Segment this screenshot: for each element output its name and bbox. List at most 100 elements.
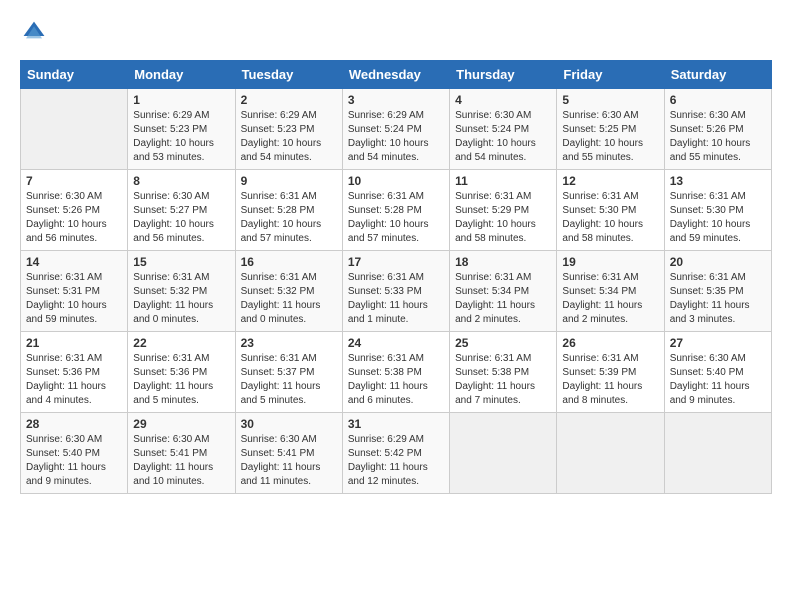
day-number: 22 bbox=[133, 336, 229, 350]
calendar-cell: 5Sunrise: 6:30 AM Sunset: 5:25 PM Daylig… bbox=[557, 89, 664, 170]
calendar-cell: 18Sunrise: 6:31 AM Sunset: 5:34 PM Dayli… bbox=[450, 251, 557, 332]
calendar-cell: 30 Sunrise: 6:30 AM Sunset: 5:41 PM Dayli… bbox=[235, 413, 342, 494]
day-info: Sunrise: 6:30 AM Sunset: 5:24 PM Dayligh… bbox=[455, 109, 551, 165]
day-number: 7 bbox=[26, 174, 122, 188]
calendar-cell: 12 Sunrise: 6:31 AM Sunset: 5:30 PM Dayli… bbox=[557, 170, 664, 251]
day-info: Sunrise: 6:30 AM Sunset: 5:40 PM Dayligh… bbox=[670, 352, 766, 408]
calendar-cell: 22 Sunrise: 6:31 AM Sunset: 5:36 PM Dayli… bbox=[128, 332, 235, 413]
day-number: 15 bbox=[133, 255, 229, 269]
day-number: 20 bbox=[670, 255, 766, 269]
day-info: Sunrise: 6:29 AM Sunset: 5:23 PM Dayligh… bbox=[241, 109, 337, 165]
day-info: Sunrise: 6:31 AM Sunset: 5:36 PM Dayligh… bbox=[26, 352, 122, 408]
day-info: Sunrise: 6:30 AM Sunset: 5:26 PM Dayligh… bbox=[670, 109, 766, 165]
calendar-table: SundayMondayTuesdayWednesdayThursdayFrid… bbox=[20, 60, 772, 494]
calendar-cell: 15 Sunrise: 6:31 AM Sunset: 5:32 PM Dayli… bbox=[128, 251, 235, 332]
day-number: 9 bbox=[241, 174, 337, 188]
day-number: 28 bbox=[26, 417, 122, 431]
day-number: 5 bbox=[562, 93, 658, 107]
calendar-week-3: 14 Sunrise: 6:31 AM Sunset: 5:31 PM Dayli… bbox=[21, 251, 772, 332]
day-header-sunday: Sunday bbox=[21, 61, 128, 89]
calendar-cell: 16Sunrise: 6:31 AM Sunset: 5:32 PM Dayli… bbox=[235, 251, 342, 332]
day-number: 12 bbox=[562, 174, 658, 188]
day-info: Sunrise: 6:31 AM Sunset: 5:29 PM Dayligh… bbox=[455, 190, 551, 246]
day-header-thursday: Thursday bbox=[450, 61, 557, 89]
day-info: Sunrise: 6:31 AM Sunset: 5:35 PM Dayligh… bbox=[670, 271, 766, 327]
day-info: Sunrise: 6:31 AM Sunset: 5:33 PM Dayligh… bbox=[348, 271, 444, 327]
calendar-cell: 20 Sunrise: 6:31 AM Sunset: 5:35 PM Dayli… bbox=[664, 251, 771, 332]
day-number: 24 bbox=[348, 336, 444, 350]
day-number: 11 bbox=[455, 174, 551, 188]
calendar-cell: 27 Sunrise: 6:30 AM Sunset: 5:40 PM Dayli… bbox=[664, 332, 771, 413]
calendar-cell: 2 Sunrise: 6:29 AM Sunset: 5:23 PM Daylig… bbox=[235, 89, 342, 170]
calendar-cell: 3 Sunrise: 6:29 AM Sunset: 5:24 PM Daylig… bbox=[342, 89, 449, 170]
day-number: 30 bbox=[241, 417, 337, 431]
day-info: Sunrise: 6:31 AM Sunset: 5:30 PM Dayligh… bbox=[670, 190, 766, 246]
day-header-wednesday: Wednesday bbox=[342, 61, 449, 89]
calendar-cell: 1 Sunrise: 6:29 AM Sunset: 5:23 PM Daylig… bbox=[128, 89, 235, 170]
calendar-cell: 8 Sunrise: 6:30 AM Sunset: 5:27 PM Daylig… bbox=[128, 170, 235, 251]
day-number: 10 bbox=[348, 174, 444, 188]
calendar-cell: 10 Sunrise: 6:31 AM Sunset: 5:28 PM Dayli… bbox=[342, 170, 449, 251]
calendar-cell: 26 Sunrise: 6:31 AM Sunset: 5:39 PM Dayli… bbox=[557, 332, 664, 413]
calendar-week-4: 21Sunrise: 6:31 AM Sunset: 5:36 PM Dayli… bbox=[21, 332, 772, 413]
calendar-cell: 6 Sunrise: 6:30 AM Sunset: 5:26 PM Daylig… bbox=[664, 89, 771, 170]
day-info: Sunrise: 6:29 AM Sunset: 5:42 PM Dayligh… bbox=[348, 433, 444, 489]
calendar-cell: 19Sunrise: 6:31 AM Sunset: 5:34 PM Dayli… bbox=[557, 251, 664, 332]
day-info: Sunrise: 6:31 AM Sunset: 5:31 PM Dayligh… bbox=[26, 271, 122, 327]
calendar-cell: 9 Sunrise: 6:31 AM Sunset: 5:28 PM Daylig… bbox=[235, 170, 342, 251]
calendar-cell: 28Sunrise: 6:30 AM Sunset: 5:40 PM Dayli… bbox=[21, 413, 128, 494]
day-number: 19 bbox=[562, 255, 658, 269]
day-header-saturday: Saturday bbox=[664, 61, 771, 89]
day-info: Sunrise: 6:31 AM Sunset: 5:28 PM Dayligh… bbox=[241, 190, 337, 246]
calendar-cell: 29 Sunrise: 6:30 AM Sunset: 5:41 PM Dayli… bbox=[128, 413, 235, 494]
day-number: 18 bbox=[455, 255, 551, 269]
day-number: 29 bbox=[133, 417, 229, 431]
calendar-cell bbox=[557, 413, 664, 494]
calendar-cell: 4Sunrise: 6:30 AM Sunset: 5:24 PM Daylig… bbox=[450, 89, 557, 170]
day-number: 1 bbox=[133, 93, 229, 107]
day-info: Sunrise: 6:30 AM Sunset: 5:41 PM Dayligh… bbox=[133, 433, 229, 489]
day-info: Sunrise: 6:31 AM Sunset: 5:38 PM Dayligh… bbox=[455, 352, 551, 408]
day-number: 27 bbox=[670, 336, 766, 350]
day-number: 25 bbox=[455, 336, 551, 350]
day-number: 26 bbox=[562, 336, 658, 350]
calendar-header-row: SundayMondayTuesdayWednesdayThursdayFrid… bbox=[21, 61, 772, 89]
calendar-cell: 21Sunrise: 6:31 AM Sunset: 5:36 PM Dayli… bbox=[21, 332, 128, 413]
day-number: 2 bbox=[241, 93, 337, 107]
calendar-cell bbox=[664, 413, 771, 494]
day-info: Sunrise: 6:31 AM Sunset: 5:32 PM Dayligh… bbox=[241, 271, 337, 327]
calendar-cell: 7 Sunrise: 6:30 AM Sunset: 5:26 PM Daylig… bbox=[21, 170, 128, 251]
day-header-monday: Monday bbox=[128, 61, 235, 89]
calendar-body: 1 Sunrise: 6:29 AM Sunset: 5:23 PM Daylig… bbox=[21, 89, 772, 494]
day-info: Sunrise: 6:30 AM Sunset: 5:41 PM Dayligh… bbox=[241, 433, 337, 489]
calendar-week-2: 7 Sunrise: 6:30 AM Sunset: 5:26 PM Daylig… bbox=[21, 170, 772, 251]
day-info: Sunrise: 6:29 AM Sunset: 5:23 PM Dayligh… bbox=[133, 109, 229, 165]
calendar-cell bbox=[21, 89, 128, 170]
day-number: 13 bbox=[670, 174, 766, 188]
calendar-cell: 24 Sunrise: 6:31 AM Sunset: 5:38 PM Dayli… bbox=[342, 332, 449, 413]
day-number: 14 bbox=[26, 255, 122, 269]
day-info: Sunrise: 6:30 AM Sunset: 5:26 PM Dayligh… bbox=[26, 190, 122, 246]
calendar-week-5: 28Sunrise: 6:30 AM Sunset: 5:40 PM Dayli… bbox=[21, 413, 772, 494]
day-info: Sunrise: 6:31 AM Sunset: 5:39 PM Dayligh… bbox=[562, 352, 658, 408]
day-info: Sunrise: 6:31 AM Sunset: 5:37 PM Dayligh… bbox=[241, 352, 337, 408]
calendar-cell: 23Sunrise: 6:31 AM Sunset: 5:37 PM Dayli… bbox=[235, 332, 342, 413]
day-number: 17 bbox=[348, 255, 444, 269]
day-number: 8 bbox=[133, 174, 229, 188]
day-info: Sunrise: 6:29 AM Sunset: 5:24 PM Dayligh… bbox=[348, 109, 444, 165]
day-number: 3 bbox=[348, 93, 444, 107]
day-info: Sunrise: 6:31 AM Sunset: 5:36 PM Dayligh… bbox=[133, 352, 229, 408]
day-info: Sunrise: 6:31 AM Sunset: 5:28 PM Dayligh… bbox=[348, 190, 444, 246]
day-info: Sunrise: 6:31 AM Sunset: 5:38 PM Dayligh… bbox=[348, 352, 444, 408]
day-number: 6 bbox=[670, 93, 766, 107]
day-number: 31 bbox=[348, 417, 444, 431]
day-header-tuesday: Tuesday bbox=[235, 61, 342, 89]
day-info: Sunrise: 6:31 AM Sunset: 5:30 PM Dayligh… bbox=[562, 190, 658, 246]
day-info: Sunrise: 6:30 AM Sunset: 5:27 PM Dayligh… bbox=[133, 190, 229, 246]
calendar-cell bbox=[450, 413, 557, 494]
calendar-week-1: 1 Sunrise: 6:29 AM Sunset: 5:23 PM Daylig… bbox=[21, 89, 772, 170]
day-info: Sunrise: 6:31 AM Sunset: 5:32 PM Dayligh… bbox=[133, 271, 229, 327]
calendar-cell: 14 Sunrise: 6:31 AM Sunset: 5:31 PM Dayli… bbox=[21, 251, 128, 332]
calendar-cell: 11 Sunrise: 6:31 AM Sunset: 5:29 PM Dayli… bbox=[450, 170, 557, 251]
calendar-cell: 13 Sunrise: 6:31 AM Sunset: 5:30 PM Dayli… bbox=[664, 170, 771, 251]
